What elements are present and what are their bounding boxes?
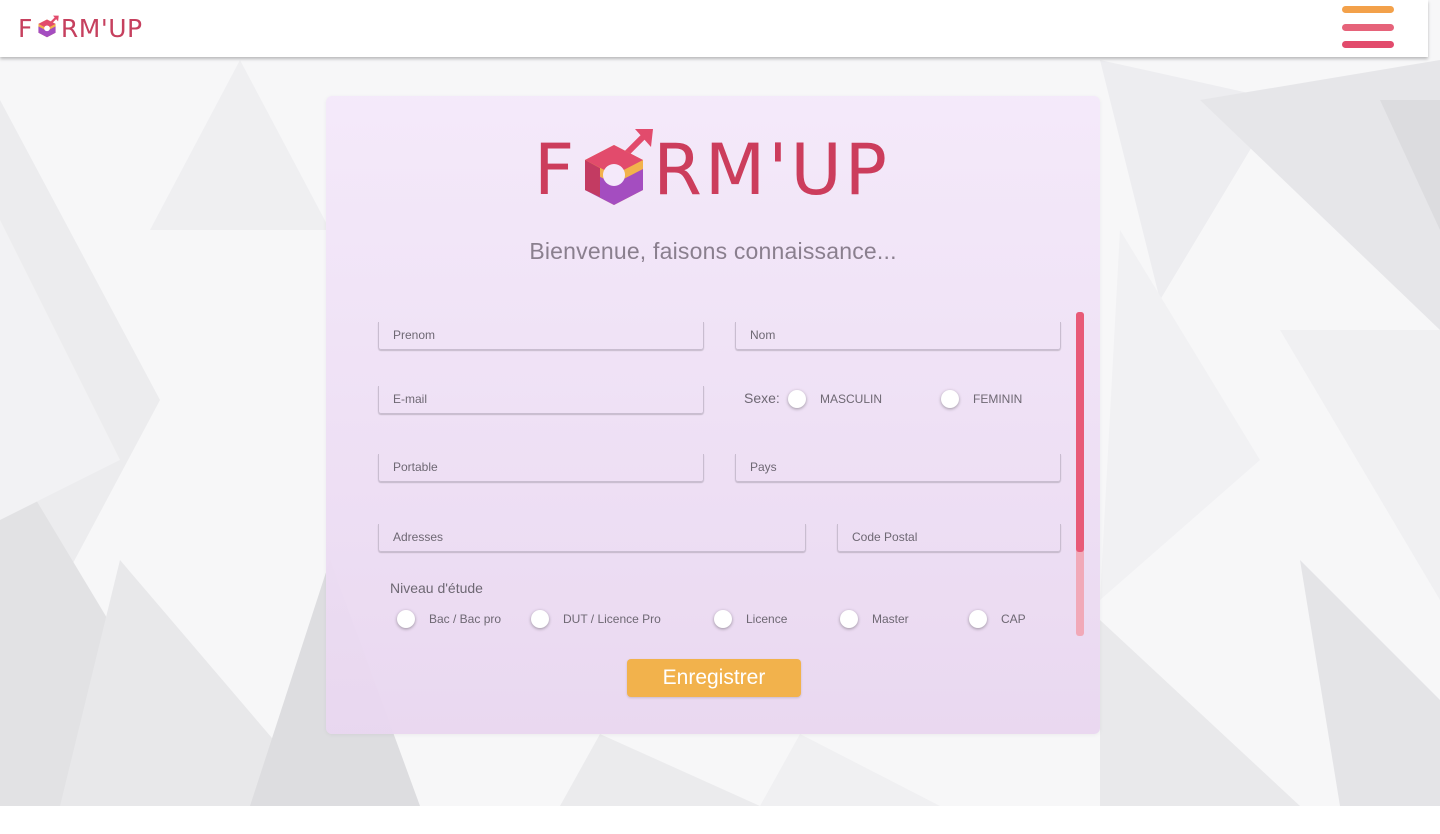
- prenom-placeholder: Prenom: [393, 328, 436, 342]
- niveau-option-licence[interactable]: Licence: [714, 610, 787, 628]
- adresses-field[interactable]: Adresses: [378, 524, 806, 552]
- code-postal-placeholder: Code Postal: [852, 530, 918, 544]
- brand-text: RM'UP: [653, 129, 890, 211]
- niveau-option-cap[interactable]: CAP: [969, 610, 1026, 628]
- niveau-option-master[interactable]: Master: [840, 610, 909, 628]
- scrollbar-thumb[interactable]: [1076, 312, 1084, 552]
- brand-letter: F: [534, 129, 578, 211]
- niveau-option-bac[interactable]: Bac / Bac pro: [397, 610, 501, 628]
- radio-label: Bac / Bac pro: [429, 612, 502, 626]
- menu-bar-bottom: [1342, 41, 1394, 48]
- menu-bar-top: [1342, 6, 1394, 13]
- portable-field[interactable]: Portable: [378, 454, 704, 482]
- brand-text: RM'UP: [60, 13, 143, 43]
- code-postal-field[interactable]: Code Postal: [837, 524, 1061, 552]
- radio-label: FEMININ: [973, 392, 1023, 406]
- save-button[interactable]: Enregistrer: [627, 659, 801, 697]
- form-scrollbar[interactable]: [1076, 312, 1084, 636]
- radio-label: CAP: [1001, 612, 1026, 626]
- bottom-strip: [0, 806, 1440, 834]
- radio-masculin[interactable]: [788, 390, 806, 408]
- prenom-field[interactable]: Prenom: [378, 322, 704, 350]
- logo-cube-icon: [575, 129, 654, 211]
- email-field[interactable]: E-mail: [378, 386, 704, 414]
- adresses-placeholder: Adresses: [393, 530, 444, 544]
- radio-dut[interactable]: [531, 610, 549, 628]
- sexe-option-feminin[interactable]: FEMININ: [941, 390, 1022, 408]
- nom-field[interactable]: Nom: [735, 322, 1061, 350]
- logo-cube-icon: [34, 15, 60, 41]
- email-placeholder: E-mail: [393, 392, 428, 406]
- radio-label: Licence: [746, 612, 788, 626]
- sexe-group: Sexe:: [744, 390, 780, 406]
- nom-placeholder: Nom: [750, 328, 776, 342]
- pays-field[interactable]: Pays: [735, 454, 1061, 482]
- sexe-option-masculin[interactable]: MASCULIN: [788, 390, 882, 408]
- radio-feminin[interactable]: [941, 390, 959, 408]
- card-logo: F RM'UP: [534, 129, 904, 211]
- menu-bar-middle: [1342, 23, 1394, 31]
- hamburger-menu-icon[interactable]: [1342, 6, 1394, 48]
- niveau-option-dut[interactable]: DUT / Licence Pro: [531, 610, 661, 628]
- radio-master[interactable]: [840, 610, 858, 628]
- sexe-label: Sexe:: [744, 390, 780, 406]
- radio-label: Master: [872, 612, 909, 626]
- radio-bac[interactable]: [397, 610, 415, 628]
- pays-placeholder: Pays: [750, 460, 777, 474]
- top-bar: F RM'UP: [0, 0, 1428, 57]
- niveau-label: Niveau d'étude: [390, 580, 483, 596]
- registration-card: F RM'UP Bienvenue, faisons connaissance.…: [326, 96, 1100, 734]
- radio-label: DUT / Licence Pro: [563, 612, 661, 626]
- portable-placeholder: Portable: [393, 460, 438, 474]
- radio-licence[interactable]: [714, 610, 732, 628]
- header-logo[interactable]: F RM'UP: [18, 10, 143, 46]
- radio-label: MASCULIN: [820, 392, 883, 406]
- welcome-heading: Bienvenue, faisons connaissance...: [529, 238, 897, 264]
- brand-letter: F: [18, 13, 33, 43]
- radio-cap[interactable]: [969, 610, 987, 628]
